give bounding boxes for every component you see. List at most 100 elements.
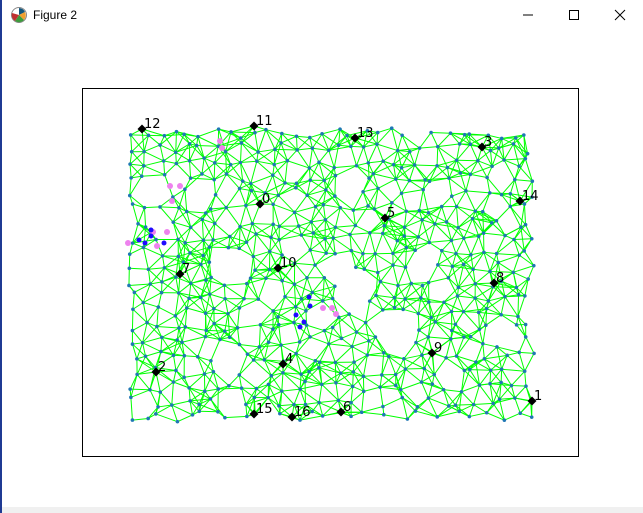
network-node — [251, 358, 256, 362]
network-node — [244, 240, 249, 244]
network-node — [313, 263, 317, 267]
network-node — [266, 395, 270, 400]
network-node — [307, 369, 311, 374]
network-node — [484, 306, 489, 311]
anchor-label: 11 — [256, 114, 273, 129]
network-node — [426, 280, 431, 285]
network-node — [354, 163, 359, 168]
network-node — [458, 171, 463, 175]
network-node — [373, 335, 378, 339]
network-node — [254, 232, 258, 236]
network-node — [308, 248, 313, 252]
network-node — [229, 130, 233, 134]
network-node — [198, 295, 203, 300]
network-node — [228, 234, 232, 239]
close-button[interactable] — [597, 0, 643, 30]
network-node — [264, 276, 268, 281]
network-node — [457, 142, 462, 146]
network-node — [392, 295, 397, 300]
network-node — [131, 307, 135, 312]
network-node — [422, 366, 427, 371]
network-node — [279, 343, 283, 347]
network-node — [174, 161, 179, 166]
network-node — [523, 335, 528, 339]
network-node — [354, 330, 359, 334]
maximize-button[interactable] — [551, 0, 597, 30]
network-node — [146, 267, 151, 272]
network-node — [456, 225, 460, 230]
network-node — [525, 151, 530, 156]
network-node — [136, 221, 140, 226]
network-node — [130, 241, 135, 245]
network-node — [207, 245, 212, 249]
network-node — [127, 252, 132, 256]
network-node — [135, 372, 139, 377]
network-node — [235, 326, 240, 330]
network-node — [367, 176, 371, 180]
network-node — [468, 172, 473, 177]
network-node — [373, 251, 377, 256]
network-node — [223, 415, 227, 420]
network-node — [310, 409, 314, 414]
minimize-button[interactable] — [505, 0, 551, 30]
network-node — [517, 253, 522, 257]
network-node — [432, 372, 437, 377]
network-node — [322, 328, 327, 333]
network-node — [513, 396, 517, 400]
network-edge — [500, 369, 503, 383]
network-plot[interactable]: 12 11 13 3 0 5 14 10 7 8 9 4 2 15 16 6 1 — [2, 30, 643, 507]
network-node — [216, 127, 221, 131]
network-node — [146, 133, 151, 138]
network-node — [188, 176, 193, 180]
network-node — [320, 299, 325, 303]
status-bar — [2, 507, 643, 513]
network-node — [187, 141, 192, 146]
network-node — [467, 414, 472, 419]
network-node — [160, 335, 164, 340]
close-icon — [614, 6, 626, 25]
network-node — [238, 224, 242, 229]
network-node — [277, 403, 281, 408]
network-node — [456, 285, 461, 290]
network-node — [417, 146, 422, 150]
highlight-node-pink — [169, 198, 175, 204]
network-node — [254, 386, 259, 391]
network-node — [352, 360, 356, 364]
network-node — [419, 380, 424, 384]
network-node — [473, 296, 477, 300]
network-node — [516, 292, 521, 297]
network-node — [349, 248, 354, 253]
network-node — [457, 409, 462, 414]
network-node — [299, 297, 304, 301]
anchor-label: 0 — [262, 192, 270, 207]
network-node — [200, 217, 205, 222]
network-node — [161, 159, 166, 163]
network-node — [266, 340, 271, 344]
network-node — [311, 231, 316, 235]
network-node — [194, 143, 199, 148]
network-node — [237, 306, 242, 310]
network-node — [292, 320, 296, 325]
network-node — [200, 172, 204, 176]
network-node — [175, 419, 180, 424]
network-node — [141, 300, 146, 305]
network-node — [361, 145, 366, 149]
network-node — [532, 351, 536, 356]
network-node — [223, 296, 227, 301]
network-node — [174, 368, 178, 373]
network-node — [455, 294, 460, 298]
network-node — [292, 282, 297, 287]
network-node — [239, 386, 244, 390]
network-node — [204, 278, 208, 282]
anchor-label: 16 — [294, 405, 311, 420]
network-node — [390, 200, 394, 205]
network-node — [523, 156, 528, 161]
anchor-label: 6 — [343, 400, 351, 415]
network-node — [308, 178, 313, 182]
network-node — [237, 186, 242, 191]
network-node — [273, 147, 277, 152]
figure-canvas[interactable]: 12 11 13 3 0 5 14 10 7 8 9 4 2 15 16 6 1 — [2, 30, 643, 507]
title-bar[interactable]: Figure 2 — [2, 0, 643, 30]
network-node — [333, 173, 338, 178]
network-node — [297, 340, 302, 344]
